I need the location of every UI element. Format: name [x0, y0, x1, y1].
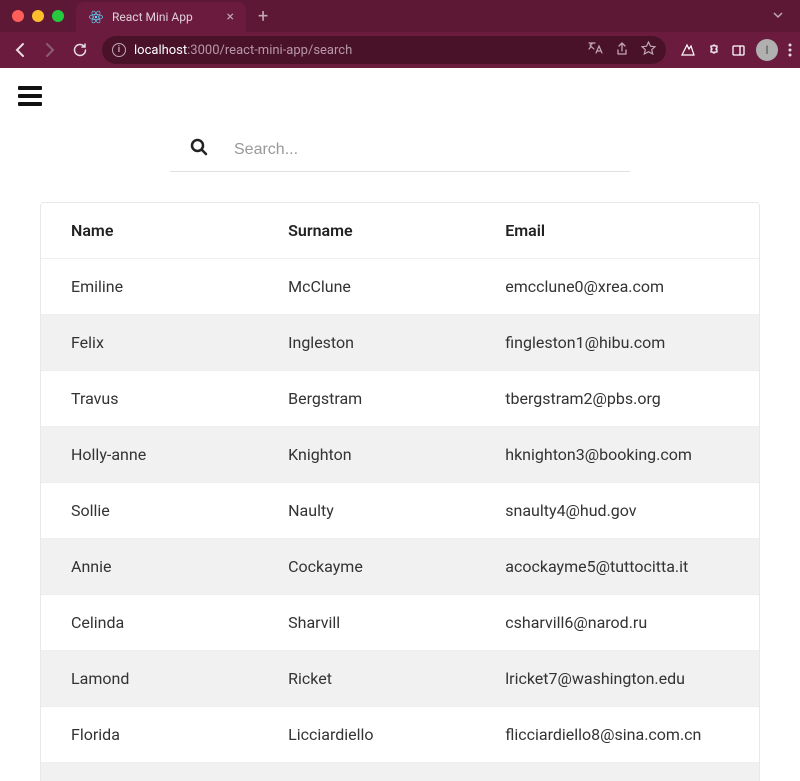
table-row: SollieNaultysnaulty4@hud.gov: [41, 483, 759, 539]
table-row: FelixInglestonfingleston1@hibu.com: [41, 315, 759, 371]
window-controls: [12, 10, 64, 22]
browser-chrome: React Mini App × + i localhost:3000/reac…: [0, 0, 800, 68]
table-row: LamondRicketlricket7@washington.edu: [41, 651, 759, 707]
cell-surname: Bergstram: [288, 389, 505, 408]
share-icon[interactable]: [615, 41, 629, 60]
tabs-dropdown-icon[interactable]: [772, 9, 792, 24]
cell-surname: Cockayme: [288, 557, 505, 576]
url-host: localhost: [134, 43, 187, 58]
search-container: [170, 128, 630, 172]
window-minimize-button[interactable]: [32, 10, 44, 22]
cell-surname: Naulty: [288, 501, 505, 520]
extension-icon[interactable]: [680, 42, 696, 58]
header-name: Name: [71, 221, 288, 240]
table-row: CelindaSharvillcsharvill6@narod.ru: [41, 595, 759, 651]
cell-name: Travus: [71, 389, 288, 408]
table-row: TravusBergstramtbergstram2@pbs.org: [41, 371, 759, 427]
panel-icon[interactable]: [731, 43, 746, 58]
table-row: EmilineMcCluneemcclune0@xrea.com: [41, 259, 759, 315]
back-button[interactable]: [8, 38, 32, 62]
address-bar[interactable]: i localhost:3000/react-mini-app/search: [102, 36, 666, 64]
menu-dots-icon[interactable]: [788, 42, 792, 58]
forward-button[interactable]: [38, 38, 62, 62]
cell-email: tbergstram2@pbs.org: [505, 389, 729, 408]
url-port: :3000: [187, 43, 219, 58]
cell-surname: Ingleston: [288, 333, 505, 352]
new-tab-button[interactable]: +: [258, 6, 268, 27]
cell-email: snaulty4@hud.gov: [505, 501, 729, 520]
tab-bar: React Mini App × +: [0, 0, 800, 32]
cell-email: csharvill6@narod.ru: [505, 613, 729, 632]
cell-name: Lamond: [71, 669, 288, 688]
header-surname: Surname: [288, 221, 505, 240]
table-row: GerianneJonasgjonas9@typepad.com: [41, 763, 759, 781]
search-input[interactable]: [234, 141, 610, 159]
cell-surname: Sharvill: [288, 613, 505, 632]
page-content: Name Surname Email EmilineMcCluneemcclun…: [0, 68, 800, 781]
react-favicon-icon: [88, 9, 104, 25]
cell-email: fingleston1@hibu.com: [505, 333, 729, 352]
bookmark-star-icon[interactable]: [641, 41, 656, 60]
cell-surname: McClune: [288, 277, 505, 296]
cell-name: Celinda: [71, 613, 288, 632]
cell-name: Florida: [71, 725, 288, 744]
url-text: localhost:3000/react-mini-app/search: [134, 43, 579, 58]
table-header-row: Name Surname Email: [41, 203, 759, 259]
table-row: Holly-anneKnightonhknighton3@booking.com: [41, 427, 759, 483]
navigation-bar: i localhost:3000/react-mini-app/search: [0, 32, 800, 68]
tab-title: React Mini App: [112, 10, 219, 24]
cell-name: Annie: [71, 557, 288, 576]
cell-name: Emiline: [71, 277, 288, 296]
nav-right: I: [680, 39, 792, 61]
cell-surname: Licciardiello: [288, 725, 505, 744]
cell-surname: Ricket: [288, 669, 505, 688]
window-maximize-button[interactable]: [52, 10, 64, 22]
cell-email: emcclune0@xrea.com: [505, 277, 729, 296]
cell-email: lricket7@washington.edu: [505, 669, 729, 688]
translate-icon[interactable]: [587, 40, 603, 60]
tab-close-icon[interactable]: ×: [227, 9, 234, 25]
cell-surname: Knighton: [288, 445, 505, 464]
cell-name: Felix: [71, 333, 288, 352]
url-path: /react-mini-app/search: [220, 43, 353, 58]
table-row: FloridaLicciardielloflicciardiello8@sina…: [41, 707, 759, 763]
cell-name: Holly-anne: [71, 445, 288, 464]
cell-name: Sollie: [71, 501, 288, 520]
url-bar-icons: [587, 40, 656, 60]
reload-button[interactable]: [68, 38, 92, 62]
cell-email: flicciardiello8@sina.com.cn: [505, 725, 729, 744]
table-row: AnnieCockaymeacockayme5@tuttocitta.it: [41, 539, 759, 595]
window-close-button[interactable]: [12, 10, 24, 22]
browser-tab[interactable]: React Mini App ×: [76, 2, 246, 32]
search-icon: [190, 138, 208, 161]
site-info-icon[interactable]: i: [112, 43, 126, 57]
header-email: Email: [505, 221, 729, 240]
user-table: Name Surname Email EmilineMcCluneemcclun…: [40, 202, 760, 781]
extensions-puzzle-icon[interactable]: [706, 43, 721, 58]
cell-email: hknighton3@booking.com: [505, 445, 729, 464]
cell-email: acockayme5@tuttocitta.it: [505, 557, 729, 576]
hamburger-menu-button[interactable]: [18, 86, 42, 106]
profile-avatar[interactable]: I: [756, 39, 778, 61]
